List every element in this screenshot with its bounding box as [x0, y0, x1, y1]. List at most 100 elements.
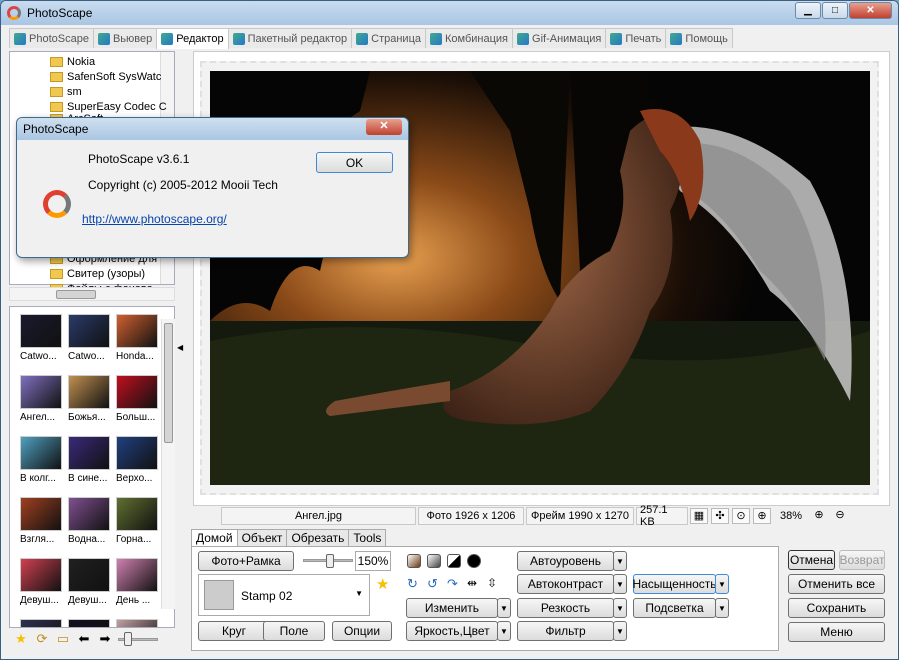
- panel-tab-1[interactable]: Объект: [236, 529, 288, 547]
- scale-slider[interactable]: [303, 554, 353, 568]
- invert-icon[interactable]: [467, 554, 481, 568]
- close-button[interactable]: ✕: [849, 2, 892, 19]
- back-icon[interactable]: ⬅: [76, 632, 92, 646]
- panel-tab-0[interactable]: Домой: [191, 529, 238, 547]
- star-icon[interactable]: ★: [13, 632, 29, 646]
- tab-5[interactable]: Комбинация: [425, 28, 514, 48]
- rotate-left-icon[interactable]: ↺: [427, 577, 441, 591]
- panel-tab-2[interactable]: Обрезать: [286, 529, 350, 547]
- saturation-button[interactable]: Насыщенность: [632, 574, 717, 594]
- chevron-down-icon[interactable]: ▼: [613, 551, 627, 571]
- tab-6[interactable]: Gif-Анимация: [512, 28, 607, 48]
- flip-vertical-icon[interactable]: ⇳: [487, 577, 501, 591]
- thumbnail[interactable]: Ангел...: [18, 372, 64, 430]
- scroll-thumb[interactable]: [56, 290, 96, 299]
- forward-icon[interactable]: ➡: [97, 632, 113, 646]
- undo-button[interactable]: Отмена: [788, 550, 835, 570]
- fit-screen-icon[interactable]: ✣: [711, 508, 729, 524]
- thumbnail[interactable]: В колг...: [18, 433, 64, 491]
- scroll-thumb[interactable]: [164, 323, 173, 443]
- minimize-button[interactable]: ▁: [795, 2, 821, 19]
- zoom-in-icon[interactable]: ⊕: [810, 508, 828, 524]
- dialog-title[interactable]: PhotoScape: [17, 118, 408, 140]
- chevron-down-icon[interactable]: ▼: [715, 574, 729, 594]
- website-link[interactable]: http://www.photoscape.org/: [82, 212, 227, 226]
- thumbnail[interactable]: Девуш...: [18, 555, 64, 613]
- tree-item[interactable]: SafenSoft SysWatc: [50, 69, 161, 84]
- chevron-down-icon[interactable]: ▼: [613, 598, 627, 618]
- collapse-panel-icon[interactable]: ◀: [177, 341, 183, 355]
- tree-item[interactable]: sm: [50, 84, 82, 99]
- chevron-down-icon[interactable]: ▼: [497, 598, 511, 618]
- folder-icon[interactable]: ▭: [55, 632, 71, 646]
- chevron-down-icon[interactable]: ▼: [613, 574, 627, 594]
- chevron-down-icon[interactable]: ▼: [715, 598, 729, 618]
- slider-knob[interactable]: [326, 554, 334, 568]
- refresh-icon[interactable]: ⟳: [34, 632, 50, 646]
- flip-horizontal-icon[interactable]: ⇹: [467, 577, 481, 591]
- redo-button[interactable]: Возврат: [839, 550, 885, 570]
- dark-tone-icon[interactable]: [407, 554, 421, 568]
- tree-item[interactable]: Nokia: [50, 54, 95, 69]
- circle-button[interactable]: Круг: [198, 621, 270, 641]
- filter-button[interactable]: Фильтр: [517, 621, 614, 641]
- zoom-fit-icon[interactable]: ⊕: [753, 508, 771, 524]
- thumbnail[interactable]: Божья...: [66, 372, 112, 430]
- thumbnail[interactable]: Водна...: [66, 494, 112, 552]
- backlight-button[interactable]: Подсветка: [633, 598, 716, 618]
- options-button[interactable]: Опции: [332, 621, 392, 641]
- slider-knob[interactable]: [124, 632, 132, 646]
- thumbnail[interactable]: [18, 616, 64, 627]
- sharpness-button[interactable]: Резкость: [517, 598, 614, 618]
- thumbnail-size-slider[interactable]: [118, 632, 158, 646]
- brightness-color-button[interactable]: Яркость,Цвет: [406, 621, 498, 641]
- chevron-down-icon[interactable]: ▼: [497, 621, 511, 641]
- title-bar[interactable]: PhotoScape ▁ □ ✕: [1, 1, 898, 25]
- thumbnail[interactable]: Девуш...: [66, 555, 112, 613]
- tab-3[interactable]: Пакетный редактор: [227, 28, 353, 48]
- tree-item[interactable]: Свитер (узоры): [50, 266, 145, 281]
- tab-2[interactable]: Редактор: [156, 28, 229, 49]
- resize-button[interactable]: Изменить: [406, 598, 498, 618]
- thumbnail[interactable]: Больш...: [114, 372, 160, 430]
- tab-8[interactable]: Помощь: [665, 28, 733, 48]
- rotate-right-icon[interactable]: ↻: [407, 577, 421, 591]
- menu-button[interactable]: Меню: [788, 622, 885, 642]
- thumbnail[interactable]: [114, 616, 160, 627]
- thumbnail-scrollbar[interactable]: [161, 319, 175, 609]
- save-button[interactable]: Сохранить: [788, 598, 885, 618]
- tab-1[interactable]: Вьювер: [92, 28, 158, 48]
- contrast-icon[interactable]: [447, 554, 461, 568]
- auto-contrast-button[interactable]: Автоконтраст: [517, 574, 614, 594]
- transparency-icon[interactable]: ▦: [690, 508, 708, 524]
- thumbnail[interactable]: Верхо...: [114, 433, 160, 491]
- favorite-star-icon[interactable]: ★: [376, 575, 389, 593]
- auto-level-button[interactable]: Автоуровень: [517, 551, 614, 571]
- tab-7[interactable]: Печать: [605, 28, 667, 48]
- actual-size-icon[interactable]: ⊙: [732, 508, 750, 524]
- thumbnail[interactable]: Catwo...: [66, 311, 112, 369]
- undo-all-button[interactable]: Отменить все: [788, 574, 885, 594]
- tab-0[interactable]: PhotoScape: [9, 28, 94, 48]
- chevron-down-icon[interactable]: ▼: [613, 621, 627, 641]
- tree-horizontal-scrollbar[interactable]: [9, 287, 175, 301]
- photo-frame-button[interactable]: Фото+Рамка: [198, 551, 294, 571]
- thumbnail[interactable]: Honda...: [114, 311, 160, 369]
- scale-value[interactable]: 150%: [355, 551, 391, 571]
- panel-tab-3[interactable]: Tools: [348, 529, 387, 547]
- thumbnail[interactable]: Catwo...: [18, 311, 64, 369]
- rotate-icon[interactable]: ↷: [447, 577, 461, 591]
- thumbnail[interactable]: [66, 616, 112, 627]
- field-button[interactable]: Поле: [263, 621, 325, 641]
- thumbnail[interactable]: В сине...: [66, 433, 112, 491]
- maximize-button[interactable]: □: [822, 2, 848, 19]
- ok-button[interactable]: OK: [316, 152, 393, 173]
- thumbnail[interactable]: Взгля...: [18, 494, 64, 552]
- gray-tone-icon[interactable]: [427, 554, 441, 568]
- frame-combo[interactable]: Stamp 02 ▼: [198, 574, 370, 616]
- thumbnail[interactable]: Горна...: [114, 494, 160, 552]
- tab-4[interactable]: Страница: [351, 28, 426, 48]
- zoom-out-icon[interactable]: ⊖: [831, 508, 849, 524]
- thumbnail[interactable]: День ...: [114, 555, 160, 613]
- dialog-close-button[interactable]: ✕: [366, 119, 402, 135]
